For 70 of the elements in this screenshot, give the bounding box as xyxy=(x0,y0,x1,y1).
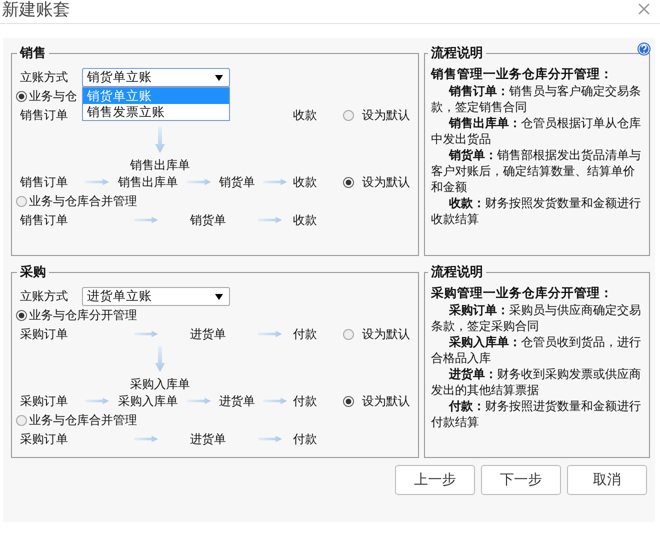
flow-step: 销售订单 xyxy=(20,106,68,124)
flow-step: 采购订单 xyxy=(20,430,68,448)
section-title: 采购 xyxy=(19,264,47,281)
flow-step: 付款 xyxy=(293,392,317,410)
arrow-icon xyxy=(134,330,158,338)
flow-step: 进货单 xyxy=(190,430,226,448)
section-title: 流程说明 xyxy=(430,44,484,62)
help-text: 采购订单：采购员与供应商确定交易条款，签定采购合同 xyxy=(431,302,642,334)
arrow-icon xyxy=(187,397,211,405)
flow-step: 进货单 xyxy=(219,392,255,410)
flow-step: 付款 xyxy=(293,326,317,342)
flow-step: 销货单 xyxy=(219,174,255,190)
down-arrow-icon xyxy=(155,346,165,372)
flow-step: 销货单 xyxy=(190,212,226,228)
flow-step: 销售出库单 xyxy=(118,174,178,190)
arrow-icon xyxy=(263,397,287,405)
flow-step: 采购入库单 xyxy=(118,392,178,410)
flow-step: 采购订单 xyxy=(20,326,68,342)
flow-step: 收款 xyxy=(293,106,317,124)
arrow-icon xyxy=(134,435,158,443)
help-text: 收款：财务按照发货数量和金额进行收款结算 xyxy=(431,195,642,227)
arrow-icon xyxy=(85,178,109,186)
arrow-icon xyxy=(187,178,211,186)
flow-step: 收款 xyxy=(293,174,317,190)
dropdown-option[interactable]: 销售发票立账 xyxy=(83,104,229,120)
select-field[interactable]: 销货单立账 xyxy=(82,68,230,87)
flow-step: 销售出库单 xyxy=(130,157,190,174)
arrow-icon xyxy=(85,397,109,405)
radio-button[interactable]: 业务与仓库合并管理 xyxy=(16,411,137,429)
flow-step: 收款 xyxy=(293,212,317,228)
radio-button[interactable]: 业务与仓库合并管理 xyxy=(16,192,137,210)
arrow-icon xyxy=(258,330,282,338)
dialog-button[interactable]: 下一步 xyxy=(481,465,561,495)
help-text: 付款：财务按照进货数量和金额进行付款结算 xyxy=(431,398,642,430)
dialog-button[interactable]: 取消 xyxy=(567,465,647,495)
flow-step: 销售订单 xyxy=(20,174,68,190)
arrow-icon xyxy=(258,435,282,443)
window-title: 新建账套 xyxy=(2,0,70,20)
flow-step: 进货单 xyxy=(190,326,226,342)
help-text: 进货单：财务收到采购发票或供应商发出的其他结算票据 xyxy=(431,366,642,398)
help-text: 采购入库单：仓管员收到货品，进行合格品入库 xyxy=(431,334,642,366)
close-icon[interactable] xyxy=(638,2,650,14)
flow-step: 销售订单 xyxy=(20,212,68,228)
section-title: 销售 xyxy=(18,45,47,62)
select-field[interactable]: 进货单立账 xyxy=(82,287,230,306)
flow-step: 付款 xyxy=(293,430,317,448)
help-heading: 销售管理一业务仓库分开管理： xyxy=(431,66,614,83)
caret-icon xyxy=(215,294,223,300)
field-label: 立账方式 xyxy=(20,288,68,305)
flow-step: 采购入库单 xyxy=(130,376,190,393)
help-text: 销售订单：销售员与客户确定交易条款，签定销售合同 xyxy=(431,83,642,115)
flow-step: 采购订单 xyxy=(20,392,68,410)
dialog-button[interactable]: 上一步 xyxy=(395,465,475,495)
caret-icon xyxy=(215,74,223,80)
down-arrow-icon xyxy=(155,127,165,153)
arrow-icon xyxy=(134,216,158,224)
help-text: 销售出库单：仓管员根据订单从仓库中发出货品 xyxy=(431,115,642,147)
arrow-icon xyxy=(258,216,282,224)
radio-button[interactable]: 业务与仓库分开管理 xyxy=(16,306,137,324)
help-text: 销货单：销售部根据发出货品清单与客户对账后，确定结算数量、结算单价和金额 xyxy=(431,147,642,195)
radio-button[interactable]: 设为默认 xyxy=(343,174,410,190)
radio-button[interactable]: 业务与仓 xyxy=(16,87,77,105)
field-label: 立账方式 xyxy=(20,69,68,86)
help-heading: 采购管理一业务仓库分开管理： xyxy=(431,285,614,302)
arrow-icon xyxy=(263,178,287,186)
radio-button[interactable]: 设为默认 xyxy=(343,106,410,124)
section-title: 流程说明 xyxy=(430,264,484,281)
radio-button[interactable]: 设为默认 xyxy=(343,392,410,410)
help-icon[interactable] xyxy=(637,42,651,56)
radio-button[interactable]: 设为默认 xyxy=(343,326,410,342)
